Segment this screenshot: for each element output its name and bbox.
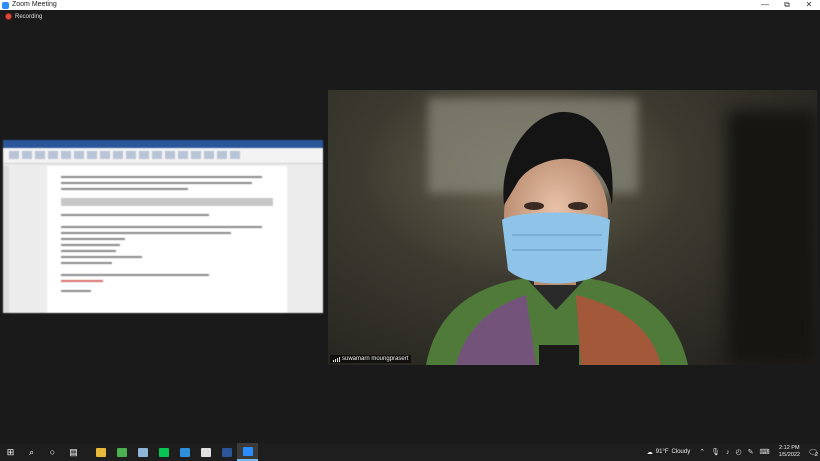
clock-time: 2:12 PM bbox=[779, 445, 800, 451]
background-shadow bbox=[727, 110, 817, 365]
close-button[interactable]: ✕ bbox=[798, 0, 820, 10]
participant-name: suwamarn moungprasert bbox=[342, 356, 409, 362]
chevron-up-icon[interactable]: ⌃ bbox=[699, 448, 705, 456]
notification-center-button[interactable]: 🗨 2 bbox=[806, 443, 820, 461]
weather-temp: 91°F bbox=[655, 449, 669, 455]
search-icon: ⌕ bbox=[28, 446, 35, 457]
start-icon: ⊞ bbox=[6, 446, 15, 457]
window-title: Zoom Meeting bbox=[12, 1, 57, 8]
shared-screen-thumbnail[interactable] bbox=[3, 140, 323, 313]
restore-button[interactable]: ⧉ bbox=[776, 0, 798, 10]
word-icon bbox=[221, 447, 232, 457]
participant-name-tag: suwamarn moungprasert bbox=[330, 355, 412, 363]
word-taskbar-button[interactable] bbox=[216, 443, 237, 461]
chrome-taskbar-button[interactable] bbox=[111, 443, 132, 461]
pen-icon[interactable]: ✎ bbox=[748, 448, 754, 456]
clock-date: 1/5/2022 bbox=[778, 452, 800, 458]
weather-condition: Cloudy bbox=[671, 449, 691, 455]
acrobat-taskbar-button[interactable] bbox=[195, 443, 216, 461]
signal-icon bbox=[333, 356, 340, 362]
task-view-icon: ▤ bbox=[69, 446, 78, 457]
notepad-icon bbox=[137, 447, 148, 457]
task-view-taskbar-button[interactable]: ▤ bbox=[63, 443, 84, 461]
zoom-taskbar-button[interactable] bbox=[237, 443, 258, 461]
cortana-icon: ○ bbox=[49, 447, 56, 457]
cortana-taskbar-button[interactable]: ○ bbox=[42, 443, 63, 461]
edge-taskbar-button[interactable] bbox=[174, 443, 195, 461]
document-page bbox=[47, 166, 287, 313]
search-taskbar-button[interactable]: ⌕ bbox=[21, 443, 42, 461]
participant-video[interactable]: suwamarn moungprasert bbox=[328, 90, 817, 365]
recording-indicator[interactable]: Recording bbox=[5, 13, 42, 20]
windows-taskbar: ⊞ ⌕ ○ ▤ ☁ 91°F Cloudy ⌃ 🎙 ♪ ◴ ✎ ⌨ 2:12 PM 1… bbox=[0, 443, 820, 461]
recording-label: Recording bbox=[15, 13, 43, 20]
file-explorer-taskbar-button[interactable] bbox=[90, 443, 111, 461]
acrobat-icon bbox=[200, 447, 211, 457]
minimize-button[interactable]: — bbox=[754, 0, 776, 10]
title-bar: Zoom Meeting — ⧉ ✕ bbox=[0, 0, 820, 10]
weather-widget[interactable]: ☁ 91°F Cloudy bbox=[647, 449, 690, 456]
line-icon bbox=[158, 447, 169, 457]
zoom-icon bbox=[242, 446, 253, 456]
keyboard-icon[interactable]: ⌨ bbox=[759, 448, 769, 456]
cloud-icon: ☁ bbox=[646, 449, 653, 456]
taskbar-pinned-apps: ⊞ ⌕ ○ ▤ bbox=[0, 443, 258, 461]
record-icon bbox=[5, 13, 12, 20]
participant-figure bbox=[426, 111, 688, 365]
volume-icon[interactable]: ♪ bbox=[726, 449, 730, 456]
line-taskbar-button[interactable] bbox=[153, 443, 174, 461]
edge-icon bbox=[179, 447, 190, 457]
taskbar-clock[interactable]: 2:12 PM 1/5/2022 bbox=[779, 445, 800, 459]
word-ribbon bbox=[3, 148, 323, 164]
start-taskbar-button[interactable]: ⊞ bbox=[0, 443, 21, 461]
notification-count: 2 bbox=[815, 452, 818, 458]
word-title-bar bbox=[3, 140, 323, 148]
system-tray: ☁ 91°F Cloudy ⌃ 🎙 ♪ ◴ ✎ ⌨ 2:12 PM 1/5/20… bbox=[647, 443, 820, 461]
file-explorer-icon bbox=[95, 447, 106, 457]
network-icon[interactable]: ◴ bbox=[735, 448, 741, 456]
chrome-icon bbox=[116, 447, 127, 457]
zoom-app-icon bbox=[2, 1, 9, 9]
microphone-icon[interactable]: 🎙 bbox=[711, 448, 720, 456]
notepad-taskbar-button[interactable] bbox=[132, 443, 153, 461]
window-controls: — ⧉ ✕ bbox=[754, 0, 820, 10]
vertical-ruler bbox=[3, 166, 9, 313]
